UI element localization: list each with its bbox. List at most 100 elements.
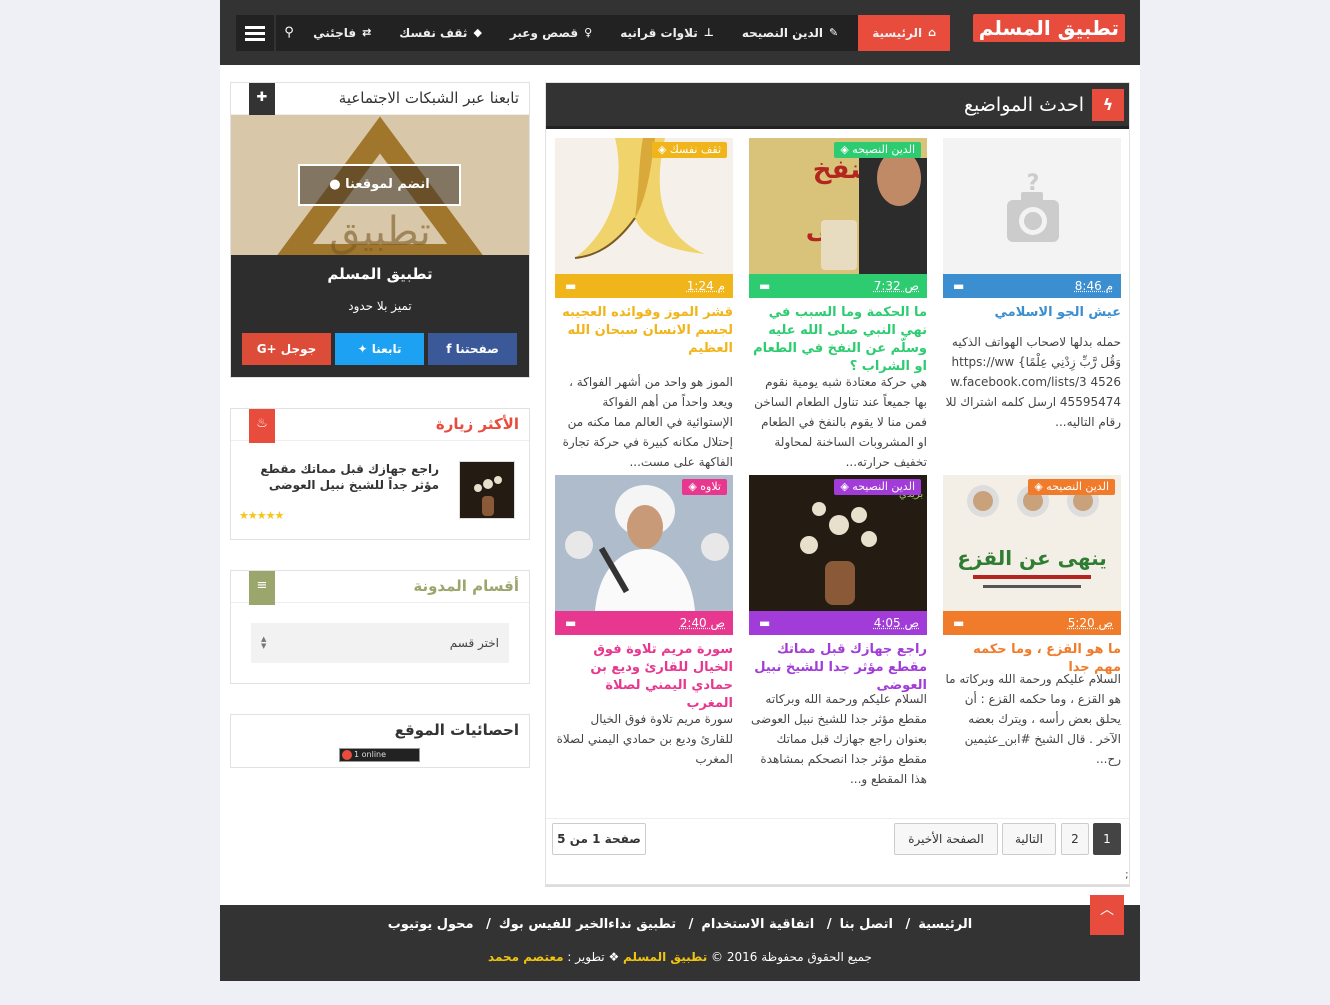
widget-header: الأكثر زيارة ♨ [231,409,529,443]
search-icon: ⚲ [284,25,294,40]
comment-icon[interactable]: ▬ [953,274,964,298]
copyright: جميع الحقوق محفوظة 2016 © تطبيق المسلم ❖… [220,950,1140,964]
widget-header: احصائيات الموقع [231,715,529,747]
footer-link-terms[interactable]: اتفاقية الاستخدام [701,917,814,932]
post-title[interactable]: راجع جهازك قبل مماتك مقطع مؤثر جدا للشيخ… [749,641,927,695]
tag-icon: ◈ [1034,480,1047,493]
post-time[interactable]: 4:05 ص [874,611,919,635]
facebook-icon: f [446,342,456,356]
twitter-icon: ✦ [357,342,372,356]
comment-icon[interactable]: ▬ [953,611,964,635]
nav-stories[interactable]: ♀ قصص وعبر [496,15,606,51]
chevron-up-icon: ︿ [1100,902,1114,918]
comment-icon[interactable]: ▬ [565,611,576,635]
post-thumbnail[interactable]: ? 8:46 م ▬ [943,138,1121,298]
category-badge[interactable]: ◈ الدين النصيحه [1028,479,1115,495]
post-time[interactable]: 7:32 ص [874,274,919,298]
add-user-icon: ✚ [249,83,275,117]
post-title[interactable]: قشر الموز وفوائده العجيبه لجسم الانسان س… [555,304,733,358]
follow-widget: تابعنا عبر الشبكات الاجتماعية ✚ تطبيق ● … [230,82,530,378]
cover-image: تطبيق ● انضم لموقعنا [231,115,529,255]
footer-link-home[interactable]: الرئيسية [918,917,972,932]
post-time[interactable]: 5:20 ص [1068,611,1113,635]
footer-link-contact[interactable]: اتصل بنا [840,917,893,932]
tag-icon: ◈ [840,143,853,156]
post-thumbnail[interactable]: ◈ ثقف نفسك 1:24 م ▬ [555,138,733,298]
tag-icon: ◈ [840,480,853,493]
category-badge[interactable]: ◈ الدين النصيحه [834,479,921,495]
search-button[interactable]: ⚲ [276,15,302,51]
section-title: احدث المواضيع [963,94,1084,116]
post-thumbnail[interactable]: ◈ تلاوه 2:40 ص ▬ [555,475,733,635]
nav-random-label: فاجئني [313,26,357,40]
category-badge[interactable]: ◈ تلاوه [682,479,727,495]
post-meta-bar: 2:40 ص ▬ [555,611,733,635]
popular-post-thumbnail[interactable] [459,461,515,519]
last-page-button[interactable]: الصفحة الأخيرة [894,823,998,855]
footer: ︿ الرئيسية/ اتصل بنا/ اتفاقية الاستخدام/… [220,895,1140,981]
page-2-button[interactable]: 2 [1061,823,1089,855]
tag-icon: ◈ [688,480,701,493]
bulb-icon: ♀ [584,26,593,39]
widget-title: أقسام المدونة [413,577,519,595]
nav-recitations[interactable]: ⊥ تلاوات قرانيه [606,15,728,51]
stats-widget: احصائيات الموقع 1 online [230,714,530,768]
list-icon: ≡ [249,571,275,605]
categories-widget: أقسام المدونة ≡ اختر قسم ▲ ▼ [230,570,530,684]
page-info: صفحة 1 من 5 [552,823,646,855]
comment-icon[interactable]: ▬ [759,611,770,635]
post-meta-bar: 8:46 م ▬ [943,274,1121,298]
widget-header: تابعنا عبر الشبكات الاجتماعية ✚ [231,83,529,117]
post-excerpt: سورة مريم تلاوة فوق الخيال للقارئ وديع ب… [556,712,733,766]
join-site-button[interactable]: ● انضم لموقعنا [298,164,461,206]
widget-header: أقسام المدونة ≡ [231,571,529,605]
post-thumbnail[interactable]: لا تنفخنهى ◈ الدين النصيحه 7:32 ص▬ [749,138,927,298]
post-meta-bar: 4:05 ص ▬ [749,611,927,635]
site-name: تطبيق المسلم [327,265,433,283]
brush-icon: ✎ [829,26,839,39]
svg-text:ينهى عن القزع: ينهى عن القزع [957,546,1107,570]
post-title[interactable]: عيش الجو الاسلامي [943,304,1121,322]
comment-icon[interactable]: ▬ [565,274,576,298]
page-wrapper: تطبيق المسلم ⌂ الرئيسية ✎ الدين النصيحه ⊥ ت… [220,0,1140,981]
post-time[interactable]: 2:40 ص [680,611,725,635]
pager-divider [546,818,1129,819]
category-badge[interactable]: ◈ ثقف نفسك [651,142,727,158]
google-plus-button[interactable]: G+ جوجل [242,333,331,365]
widget-title: تابعنا عبر الشبكات الاجتماعية [338,89,519,107]
copyright-text: جميع الحقوق محفوظة 2016 © [711,950,872,964]
hamburger-menu-button[interactable] [236,15,274,51]
content-divider [545,885,1130,887]
footer-link-facebook-app[interactable]: تطبيق نداءالخير للفيس بوك [499,917,676,932]
copyright-site-link[interactable]: تطبيق المسلم [623,950,707,964]
nav-random[interactable]: ⇄ فاجئني [299,15,385,51]
category-select[interactable]: اختر قسم ▲ ▼ [251,623,509,663]
twitter-button[interactable]: ✦ تابعنا [335,333,424,365]
popular-post-title[interactable]: راجع جهازك قبل مماتك مقطع مؤثر جداً للشي… [239,461,439,493]
comment-icon[interactable]: ▬ [759,274,770,298]
post-time[interactable]: 8:46 م [1075,274,1113,298]
post-thumbnail[interactable]: بريدي ◈ الدين النصيحه 4:05 ص▬ [749,475,927,635]
site-logo[interactable]: تطبيق المسلم [972,14,1125,42]
popular-post[interactable]: راجع جهازك قبل مماتك مقطع مؤثر جداً للشي… [239,461,519,531]
developer-link[interactable]: معتصم محمد [488,950,564,964]
post-title[interactable]: سورة مريم تلاوة فوق الخيال للقارئ وديع ب… [555,641,733,713]
nav-educate[interactable]: ◆ ثقف نفسك [385,15,496,51]
next-page-button[interactable]: التالية [1002,823,1056,855]
nav-home[interactable]: ⌂ الرئيسية [858,15,950,51]
facebook-button[interactable]: f صفحتنا [428,333,517,365]
post-thumbnail[interactable]: ينهى عن القزع ◈ الدين النصيحه 5:20 ص ▬ [943,475,1121,635]
nav-stories-label: قصص وعبر [509,26,579,40]
nav-educate-label: ثقف نفسك [399,26,468,40]
post-title[interactable]: ما الحكمة وما السبب في نهي النبي صلى الل… [749,304,927,376]
section-header: ϟ احدث المواضيع [546,83,1129,129]
google-plus-icon: G+ [256,342,281,356]
online-counter[interactable]: 1 online [339,748,420,762]
footer-link-youtube-converter[interactable]: محول يوتيوب [388,917,474,932]
category-badge[interactable]: ◈ الدين النصيحه [834,142,921,158]
post-meta-bar: 5:20 ص ▬ [943,611,1121,635]
graduation-icon: ◆ [473,26,482,39]
nav-religion[interactable]: ✎ الدين النصيحه [728,15,852,51]
page-1-button[interactable]: 1 [1093,823,1121,855]
post-time[interactable]: 1:24 م [687,274,725,298]
